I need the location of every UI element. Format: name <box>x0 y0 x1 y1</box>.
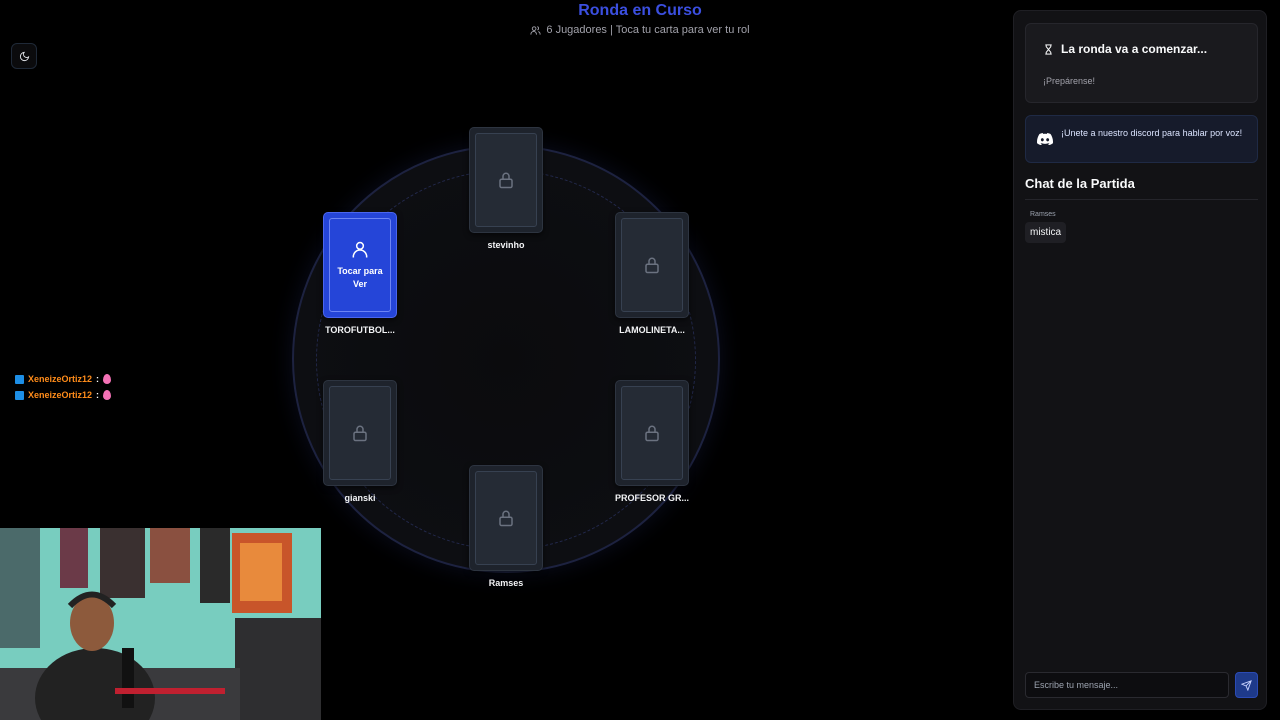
player-seat-stevinho[interactable]: stevinho <box>461 127 551 250</box>
player-card[interactable] <box>323 380 397 486</box>
stream-chat-line: XeneizeOrtiz12 : <box>15 387 112 403</box>
player-name: LAMOLINETA... <box>619 325 685 335</box>
page-subtitle: 6 Jugadores | Toca tu carta para ver tu … <box>520 24 760 36</box>
badge-icon <box>15 374 24 384</box>
card-face <box>621 218 683 312</box>
own-player-card[interactable]: Tocar para Ver <box>323 212 397 318</box>
card-face <box>475 133 537 227</box>
webcam-scene <box>0 528 321 720</box>
subtitle-text: 6 Jugadores | Toca tu carta para ver tu … <box>546 24 750 36</box>
card-face <box>621 386 683 480</box>
lock-icon <box>353 425 367 442</box>
player-name: PROFESOR GR... <box>614 493 689 503</box>
webcam-overlay <box>0 528 321 720</box>
round-status-title: La ronda va a comenzar... <box>1061 42 1208 56</box>
player-seat-ramses[interactable]: Ramses <box>461 465 551 588</box>
player-name: stevinho <box>487 240 525 250</box>
stream-chat-overlay: XeneizeOrtiz12 : XeneizeOrtiz12 : <box>15 371 112 403</box>
send-message-button[interactable] <box>1235 672 1258 698</box>
drop-emote-icon <box>103 390 112 400</box>
reveal-card-label: Tocar para Ver <box>337 266 383 289</box>
chat-message-input[interactable] <box>1025 672 1229 698</box>
send-icon <box>1241 679 1252 691</box>
player-card[interactable] <box>469 465 543 571</box>
card-face <box>475 471 537 565</box>
player-seat-profesor[interactable]: PROFESOR GR... <box>607 380 697 503</box>
moon-icon <box>19 51 29 61</box>
stream-chat-separator: : <box>96 390 100 400</box>
discord-invite-text: ¡Unete a nuestro discord para hablar por… <box>1061 128 1243 138</box>
player-seat-torofutbol[interactable]: Tocar para Ver TOROFUTBOL... <box>315 212 405 335</box>
theme-toggle-button[interactable] <box>11 43 37 69</box>
round-status-card: La ronda va a comenzar... ¡Prepárense! <box>1025 23 1258 103</box>
chat-title: Chat de la Partida <box>1025 176 1135 191</box>
player-card[interactable] <box>615 212 689 318</box>
player-name: Ramses <box>488 578 524 588</box>
drop-emote-icon <box>103 374 112 384</box>
player-card[interactable] <box>469 127 543 233</box>
lock-icon <box>645 257 659 274</box>
users-icon <box>530 25 541 35</box>
player-seat-gianski[interactable]: gianski <box>315 380 405 503</box>
round-status-subtitle: ¡Prepárense! <box>1043 76 1096 86</box>
sidebar-panel: La ronda va a comenzar... ¡Prepárense! ¡… <box>1013 10 1267 710</box>
chat-message-user: Ramses <box>1030 211 1056 218</box>
stream-chat-separator: : <box>96 374 100 384</box>
player-seat-lamolineta[interactable]: LAMOLINETA... <box>607 212 697 335</box>
lock-icon <box>499 172 513 189</box>
player-name: gianski <box>344 493 376 503</box>
player-name: TOROFUTBOL... <box>325 325 395 335</box>
chat-divider <box>1025 199 1258 200</box>
player-card[interactable] <box>615 380 689 486</box>
discord-invite-banner[interactable]: ¡Unete a nuestro discord para hablar por… <box>1025 115 1258 163</box>
stream-chat-line: XeneizeOrtiz12 : <box>15 371 112 387</box>
user-icon <box>352 241 368 258</box>
round-status-title-row: La ronda va a comenzar... <box>1043 42 1207 56</box>
page-header: Ronda en Curso 6 Jugadores | Toca tu car… <box>530 0 750 36</box>
page-title: Ronda en Curso <box>578 2 702 19</box>
stream-chat-user: XeneizeOrtiz12 <box>28 390 93 400</box>
chat-message-bubble: mistica <box>1025 222 1067 243</box>
discord-icon <box>1037 133 1053 145</box>
card-face <box>329 386 391 480</box>
hourglass-icon <box>1045 43 1052 55</box>
lock-icon <box>499 510 513 527</box>
badge-icon <box>15 390 24 400</box>
lock-icon <box>645 425 659 442</box>
card-face: Tocar para Ver <box>329 218 391 312</box>
stream-chat-user: XeneizeOrtiz12 <box>28 374 93 384</box>
